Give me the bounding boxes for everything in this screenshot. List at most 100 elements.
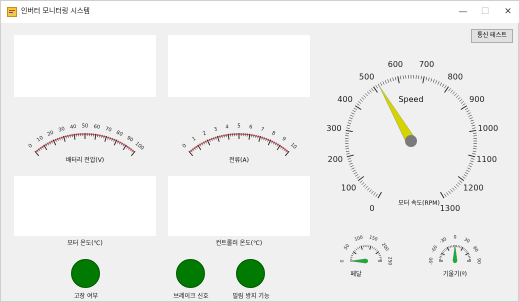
current-chart-panel [168,35,310,97]
tick-label: 150 [368,234,378,242]
tick-label: 30 [58,126,66,134]
major-tick [397,76,400,84]
minor-tick [346,127,350,129]
major-tick [465,252,470,256]
minor-tick [365,93,368,97]
motor-temp-label: 모터 온도(℃) [67,240,103,247]
major-tick [369,245,372,250]
minor-tick [465,250,468,252]
tick-label: 50 [82,124,88,130]
form-icon [7,7,17,17]
minor-tick [359,99,363,102]
minor-tick [469,162,473,165]
tick-label: 0 [182,143,188,150]
minor-tick [346,153,350,155]
tick-label: 1 [191,136,197,143]
minor-tick [384,80,387,84]
minor-tick [448,190,451,194]
tick-label: -90 [429,257,435,264]
minor-tick [445,247,447,250]
tick-label: 2 [202,130,207,137]
tick-label: 100 [341,183,356,192]
minor-tick [346,124,351,127]
comm-test-button[interactable]: 통신 테스트 [471,29,513,43]
tick-label: 250 [387,257,393,266]
minor-tick [347,158,352,160]
tick-label: 0 [454,235,457,241]
minor-tick [371,246,374,249]
minor-tick [347,122,352,124]
brake-label: 브레이크 신호 [173,293,209,300]
close-button[interactable]: ✕ [497,1,519,23]
minor-tick [387,79,390,83]
major-tick [469,129,477,132]
minor-tick [354,249,356,252]
current-label: 전류(A) [229,157,249,164]
tick-label: 300 [326,124,341,133]
current-gauge: 0123 4 5 6 78910 [182,124,298,157]
minor-tick [380,82,383,86]
battery-chart-panel [14,35,156,97]
maximize-button[interactable]: ☐ [474,1,496,23]
minor-tick [367,91,370,95]
minor-tick [369,189,372,193]
minor-tick [470,158,475,160]
minor-tick [357,247,359,250]
minor-tick [371,88,374,92]
tick-label: 10 [36,135,45,143]
minor-tick [459,245,461,248]
tick-label: 40 [70,124,77,131]
minor-tick [450,189,453,193]
minor-tick [448,88,451,92]
minor-tick [439,255,442,257]
motor-speed-label: 모터 속도(RPM) [398,200,440,207]
controller-temp-label: 컨트롤러 온도(℃) [215,240,263,247]
minor-tick [450,89,453,93]
minor-tick [466,169,470,172]
minor-tick [455,184,459,187]
minor-tick [440,254,443,256]
tick-label: 80 [115,130,123,138]
major-tick [346,154,354,158]
minor-tick [356,103,360,106]
minor-tick [425,76,428,81]
needle [349,258,367,264]
needle-hub [405,135,417,147]
minor-tick [460,246,462,249]
tick-label: 20 [46,130,54,138]
tick-label: 100 [134,141,145,152]
minor-tick [467,167,471,170]
minor-tick [389,78,392,82]
minor-tick [428,77,430,82]
minor-tick [457,97,461,100]
client-area: 통신 테스트 0 10 20 30 40 50 60 70 80 90 100 배터리 전압(V) … [1,23,519,302]
minor-tick [472,153,476,155]
tick-label: 700 [419,60,434,69]
major-tick [468,154,476,158]
minor-tick [432,79,435,83]
minor-tick [439,82,442,86]
minor-tick [349,162,353,165]
minor-tick [358,101,362,104]
minimize-button[interactable]: — [452,1,474,23]
tick-label: 7 [260,126,265,133]
major-tick [375,251,380,255]
minor-tick [349,117,353,120]
speed-gauge: Speed0100200300400500600 7008009001000110… [326,60,498,211]
tick-label: 1100 [477,155,497,164]
battery-gauge: 01020 30 40 50 60 70 8090100 [28,124,145,157]
minor-tick [375,193,378,197]
minor-tick [467,254,470,256]
major-tick [440,252,445,256]
minor-tick [459,180,463,183]
pedal-label: 페달 [350,271,362,278]
speed-title: Speed [398,95,423,104]
minor-tick [361,182,365,185]
minor-tick [376,249,378,252]
fault-label: 고장 여부 [74,293,98,300]
minor-tick [420,75,422,80]
minor-tick [444,248,446,251]
needle [452,244,458,262]
tick-label: 60 [471,245,479,253]
tick-label: 30 [463,237,471,245]
